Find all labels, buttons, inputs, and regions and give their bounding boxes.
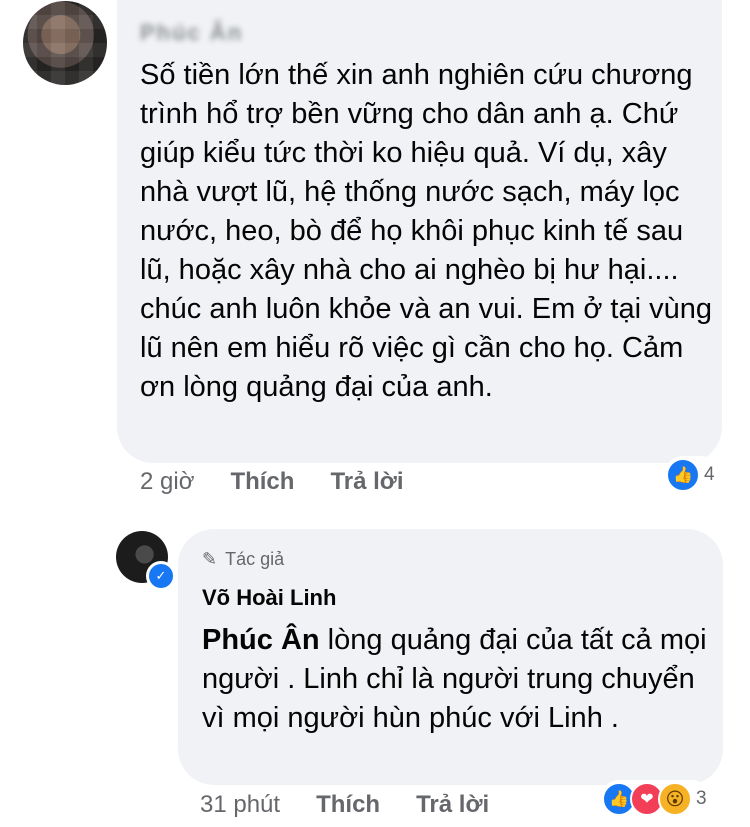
- comment-actions: 2 giờ Thích Trả lời: [140, 468, 404, 496]
- verified-badge-icon: ✓: [146, 561, 176, 591]
- author-badge-label: Tác giả: [225, 549, 285, 569]
- reply-text: Phúc Ân lòng quảng đại của tất cả mọi ng…: [202, 621, 707, 738]
- reply-time[interactable]: 31 phút: [200, 791, 280, 819]
- reply-author-name[interactable]: Võ Hoài Linh: [202, 585, 336, 611]
- reply-mention[interactable]: Phúc Ân: [202, 624, 320, 656]
- reply-reactions[interactable]: 👍 ❤ 😮 3: [600, 780, 711, 818]
- reply-actions: 31 phút Thích Trả lời: [200, 791, 489, 819]
- comment-author-name[interactable]: Phúc Ân: [140, 20, 243, 46]
- reply-reaction-count: 3: [696, 788, 707, 809]
- wow-icon: 😮: [658, 782, 692, 816]
- comment-text: Số tiền lớn thế xin anh nghiên cứu chươn…: [140, 59, 712, 403]
- author-badge: ✎ Tác giả: [202, 549, 284, 570]
- like-icon: 👍: [666, 458, 700, 492]
- pencil-icon: ✎: [202, 549, 218, 569]
- comment-reactions[interactable]: 👍 4: [664, 456, 719, 494]
- reply-reply-button[interactable]: Trả lời: [416, 791, 489, 819]
- commenter-avatar[interactable]: [23, 1, 107, 85]
- reply-like-button[interactable]: Thích: [316, 791, 380, 819]
- comment-time[interactable]: 2 giờ: [140, 468, 194, 496]
- comment-reaction-count: 4: [704, 464, 715, 485]
- comment-like-button[interactable]: Thích: [230, 468, 294, 496]
- comment-reply-button[interactable]: Trả lời: [330, 468, 403, 496]
